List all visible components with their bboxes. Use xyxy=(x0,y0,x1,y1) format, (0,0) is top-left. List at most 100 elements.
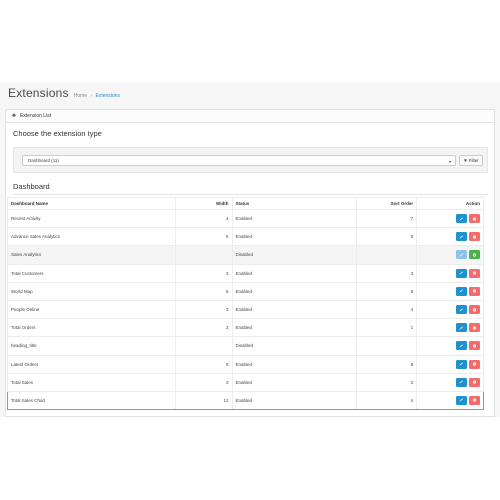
table-header-row: Dashboard Name Width Status Sort Order A… xyxy=(7,197,484,210)
pencil-icon xyxy=(459,398,463,402)
cell-actions xyxy=(416,390,484,411)
cell-name: Total Orders xyxy=(7,318,176,338)
plus-circle-icon xyxy=(472,253,477,257)
cell-sort-order: 4 xyxy=(356,390,418,411)
pencil-icon xyxy=(459,362,463,366)
cell-width: 3 xyxy=(174,372,233,392)
cell-sort-order: 7 xyxy=(356,208,418,229)
uninstall-button[interactable] xyxy=(469,377,480,387)
cell-status: Enabled xyxy=(231,208,358,229)
breadcrumb-home-link[interactable]: Home xyxy=(74,93,87,99)
table-row: World Map 6 Enabled 5 xyxy=(7,281,484,301)
cell-name: Advance Sales Analytics xyxy=(7,227,176,247)
pencil-icon xyxy=(459,217,463,221)
minus-circle-icon xyxy=(472,344,477,348)
header-dashboard-name[interactable]: Dashboard Name xyxy=(7,197,176,210)
extension-type-selected: Dashboard (11) xyxy=(28,158,59,163)
edit-button[interactable] xyxy=(456,286,467,296)
divider xyxy=(13,194,488,195)
minus-circle-icon xyxy=(472,216,477,221)
extensions-page: Extensions Home › Extensions ♣ Extension… xyxy=(0,82,500,417)
filter-well: Dashboard (11) ▾ ▼ Filter xyxy=(13,147,488,173)
minus-circle-icon xyxy=(472,380,477,384)
cell-name: heading_title xyxy=(7,336,176,356)
table-row: Recent Activity 4 Enabled 7 xyxy=(7,208,484,229)
header-status[interactable]: Status xyxy=(231,197,358,210)
edit-button[interactable] xyxy=(456,377,467,387)
edit-button[interactable] xyxy=(456,214,467,224)
edit-button[interactable] xyxy=(456,305,467,315)
pencil-icon xyxy=(459,380,463,384)
cell-name: Recent Activity xyxy=(7,208,176,229)
cell-name: Total Customers xyxy=(7,263,176,283)
extension-type-select[interactable]: Dashboard (11) ▾ xyxy=(22,155,456,166)
cell-status: Enabled xyxy=(231,318,358,338)
cell-width: 3 xyxy=(174,263,233,283)
cell-width: 4 xyxy=(174,208,233,229)
cell-sort-order: 3 xyxy=(356,263,418,283)
cell-width: 8 xyxy=(174,354,233,374)
breadcrumb-extensions-link[interactable]: Extensions xyxy=(96,93,120,99)
cell-sort-order: 4 xyxy=(356,299,418,320)
uninstall-button[interactable] xyxy=(469,232,480,242)
cell-actions xyxy=(416,299,484,320)
cell-actions xyxy=(416,263,484,283)
table-row-highlighted: Total Sales Chart 12 Enabled 4 xyxy=(7,390,484,411)
cell-status: Disabled xyxy=(231,336,358,356)
cell-width: 3 xyxy=(174,318,233,338)
cell-sort-order: 2 xyxy=(356,372,418,392)
pencil-icon xyxy=(459,253,463,257)
cell-name: Latest Orders xyxy=(7,354,176,374)
edit-button[interactable] xyxy=(456,359,467,369)
uninstall-button[interactable] xyxy=(469,305,480,315)
cell-status: Disabled xyxy=(231,245,358,265)
install-button[interactable] xyxy=(469,250,480,260)
table-row: Latest Orders 8 Enabled 8 xyxy=(7,354,484,374)
cell-width: 6 xyxy=(174,227,233,247)
minus-circle-icon xyxy=(472,326,477,330)
edit-button[interactable] xyxy=(456,250,467,260)
uninstall-button[interactable] xyxy=(469,341,480,351)
edit-button[interactable] xyxy=(456,268,467,278)
cell-sort-order xyxy=(356,245,418,265)
page-header: Extensions Home › Extensions xyxy=(8,86,120,100)
edit-button[interactable] xyxy=(456,341,467,351)
cell-sort-order: 6 xyxy=(356,227,418,247)
cell-sort-order: 5 xyxy=(356,281,418,301)
uninstall-button[interactable] xyxy=(469,268,480,278)
uninstall-button[interactable] xyxy=(469,395,480,405)
edit-button[interactable] xyxy=(456,232,467,242)
header-sort-order[interactable]: Sort Order xyxy=(356,197,418,210)
cell-width: 12 xyxy=(174,390,233,411)
uninstall-button[interactable] xyxy=(469,323,480,333)
edit-button[interactable] xyxy=(456,323,467,333)
cell-status: Enabled xyxy=(231,227,358,247)
cell-status: Enabled xyxy=(231,354,358,374)
cell-name: Sales Analytics xyxy=(7,245,176,265)
filter-button-label: Filter xyxy=(468,158,479,163)
cell-status: Enabled xyxy=(231,299,358,320)
panel-heading-label: Extension List xyxy=(19,113,52,119)
cell-actions xyxy=(416,227,484,247)
minus-circle-icon xyxy=(472,398,477,403)
cell-width xyxy=(174,336,233,356)
cell-actions xyxy=(416,281,484,301)
extensions-table: Dashboard Name Width Status Sort Order A… xyxy=(7,197,484,411)
edit-button[interactable] xyxy=(456,395,467,405)
cell-status: Enabled xyxy=(231,281,358,301)
table-row: heading_title Disabled xyxy=(7,336,484,356)
cell-actions xyxy=(416,245,484,265)
cell-width xyxy=(174,245,233,265)
chevron-down-icon: ▾ xyxy=(448,159,451,164)
table-row: Total Sales 3 Enabled 2 xyxy=(7,372,484,392)
cell-sort-order xyxy=(356,336,418,356)
uninstall-button[interactable] xyxy=(469,359,480,369)
cell-name: People Online xyxy=(7,299,176,320)
header-width[interactable]: Width xyxy=(174,197,233,210)
header-action: Action xyxy=(416,197,484,210)
uninstall-button[interactable] xyxy=(469,286,480,296)
uninstall-button[interactable] xyxy=(469,214,480,224)
cell-name: Total Sales Chart xyxy=(7,390,176,411)
cell-actions xyxy=(416,354,484,374)
filter-button[interactable]: ▼ Filter xyxy=(459,155,483,166)
